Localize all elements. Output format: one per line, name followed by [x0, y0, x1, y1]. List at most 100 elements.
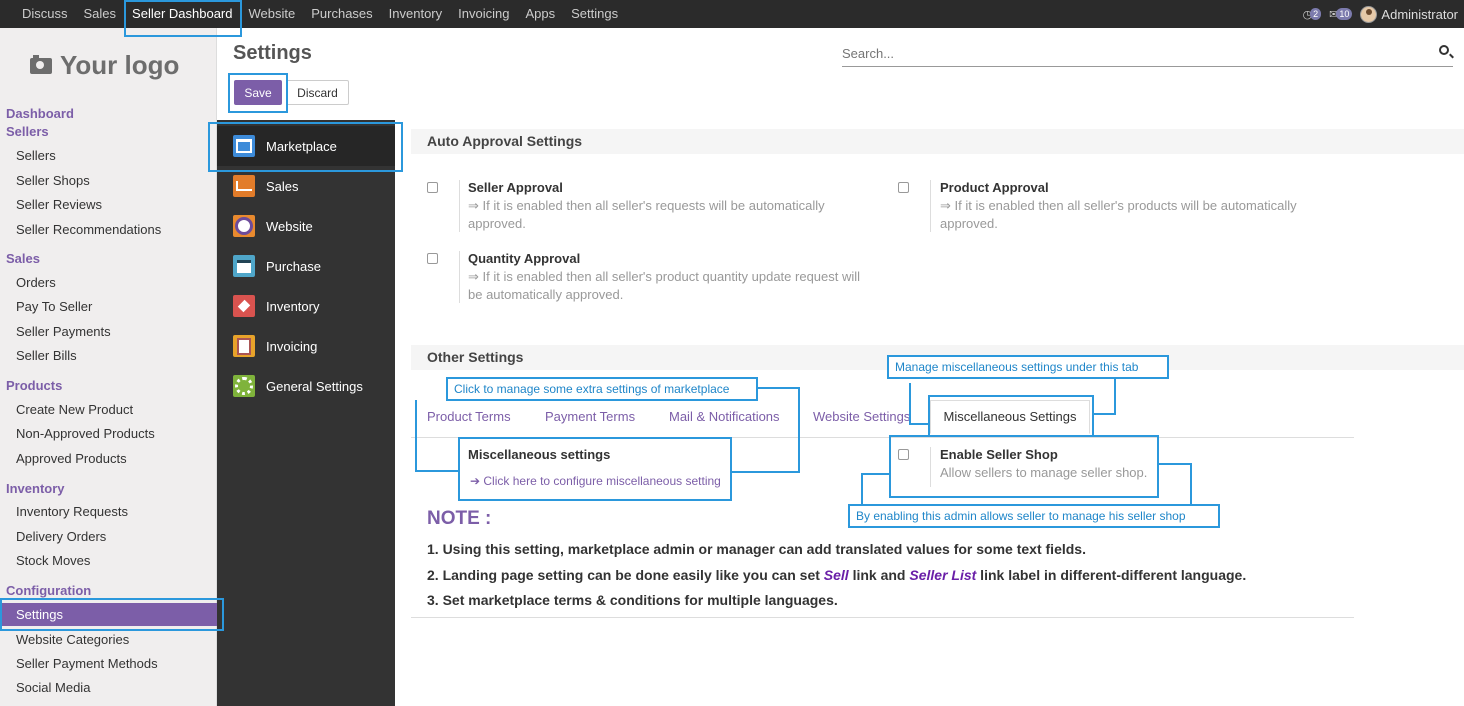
activity-button[interactable]: ◷ 2 — [1303, 8, 1322, 21]
bottom-divider — [411, 617, 1354, 618]
note-sell-term: Sell — [823, 567, 849, 583]
user-name: Administrator — [1381, 6, 1458, 22]
app-label: Inventory — [266, 298, 320, 314]
sidebar-item-seller-reviews[interactable]: Seller Reviews — [16, 197, 102, 212]
note-text: 2. Landing page setting can be done easi… — [427, 567, 824, 583]
logo-text: Your logo — [60, 50, 180, 80]
note-line-1: 1. Using this setting, marketplace admin… — [427, 541, 1086, 557]
app-general-settings[interactable]: General Settings — [217, 366, 395, 406]
callout-line — [1092, 413, 1116, 415]
tab-payment-terms[interactable]: Payment Terms — [545, 409, 635, 424]
sidebar-section-sales: Sales — [6, 251, 40, 266]
sidebar-item-seller-bills[interactable]: Seller Bills — [16, 348, 77, 363]
callout-line — [909, 423, 930, 425]
app-sales[interactable]: Sales — [217, 166, 395, 206]
quantity-approval-checkbox[interactable] — [427, 253, 438, 264]
company-logo[interactable]: Your logo — [30, 50, 179, 81]
app-label: Purchase — [266, 258, 321, 274]
menu-settings[interactable]: Settings — [563, 0, 626, 28]
sidebar-item-seller-recommendations[interactable]: Seller Recommendations — [16, 222, 161, 237]
app-invoicing[interactable]: Invoicing — [217, 326, 395, 366]
sidebar-item-non-approved-products[interactable]: Non-Approved Products — [16, 426, 155, 441]
sidebar-item-inventory-requests[interactable]: Inventory Requests — [16, 504, 128, 519]
sidebar-item-seller-payments[interactable]: Seller Payments — [16, 324, 111, 339]
callout-misc-tab: Manage miscellaneous settings under this… — [887, 355, 1169, 379]
auto-approval-header: Auto Approval Settings — [411, 129, 1464, 154]
highlight-save — [228, 73, 288, 113]
gear-icon — [233, 375, 255, 397]
seller-approval-desc: ⇒ If it is enabled then all seller's req… — [468, 198, 825, 213]
sidebar-item-seller-shops[interactable]: Seller Shops — [16, 173, 90, 188]
callout-line — [415, 470, 460, 472]
sidebar-item-delivery-orders[interactable]: Delivery Orders — [16, 529, 106, 544]
tab-product-terms[interactable]: Product Terms — [427, 409, 511, 424]
sidebar-item-website-categories[interactable]: Website Categories — [16, 632, 129, 647]
seller-approval-desc-2: approved. — [468, 216, 526, 231]
app-website[interactable]: Website — [217, 206, 395, 246]
quantity-approval-desc-2: be automatically approved. — [468, 287, 624, 302]
note-seller-list-term: Seller List — [909, 567, 977, 583]
callout-line — [1114, 377, 1116, 415]
sidebar-item-social-media[interactable]: Social Media — [16, 680, 90, 695]
divider — [930, 180, 931, 232]
sidebar-item-seller-payment-methods[interactable]: Seller Payment Methods — [16, 656, 158, 671]
menu-sales[interactable]: Sales — [76, 0, 125, 28]
menu-website[interactable]: Website — [241, 0, 304, 28]
callout-line — [861, 473, 891, 475]
search-bar — [842, 41, 1453, 67]
sidebar-item-approved-products[interactable]: Approved Products — [16, 451, 127, 466]
sidebar-section-inventory: Inventory — [6, 481, 65, 496]
callout-line — [1157, 463, 1192, 465]
invoice-icon — [233, 335, 255, 357]
sidebar-item-create-new-product[interactable]: Create New Product — [16, 402, 133, 417]
product-approval-desc-2: approved. — [940, 216, 998, 231]
messages-button[interactable]: ✉ 10 — [1329, 8, 1353, 21]
sales-chart-icon — [233, 175, 255, 197]
quantity-approval-title: Quantity Approval — [468, 251, 581, 266]
sidebar-item-stock-moves[interactable]: Stock Moves — [16, 553, 90, 568]
credit-card-icon — [233, 255, 255, 277]
activity-count: 2 — [1310, 8, 1322, 20]
note-text: link label in different-different langua… — [976, 567, 1247, 583]
callout-line — [1190, 463, 1192, 506]
camera-icon — [30, 54, 52, 74]
highlight-misc-tab — [928, 395, 1094, 437]
quantity-approval-desc: ⇒ If it is enabled then all seller's pro… — [468, 269, 861, 284]
menu-discuss[interactable]: Discuss — [0, 0, 76, 28]
page-title: Settings — [233, 42, 312, 64]
systray: ◷ 2 ✉ 10 Administrator — [1303, 0, 1458, 28]
product-approval-desc: ⇒ If it is enabled then all seller's pro… — [940, 198, 1297, 213]
message-count: 10 — [1336, 8, 1353, 20]
seller-approval-checkbox[interactable] — [427, 182, 438, 193]
app-label: Invoicing — [266, 338, 318, 354]
tab-mail-notifications[interactable]: Mail & Notifications — [669, 409, 780, 424]
avatar — [1360, 5, 1378, 23]
app-inventory[interactable]: Inventory — [217, 286, 395, 326]
sidebar-item-orders[interactable]: Orders — [16, 275, 56, 290]
product-approval-checkbox[interactable] — [898, 182, 909, 193]
divider — [459, 180, 460, 232]
menu-inventory[interactable]: Inventory — [381, 0, 450, 28]
menu-invoicing[interactable]: Invoicing — [450, 0, 517, 28]
box-icon — [233, 295, 255, 317]
menu-purchases[interactable]: Purchases — [303, 0, 380, 28]
highlight-marketplace — [208, 122, 403, 172]
discard-button[interactable]: Discard — [286, 80, 349, 105]
callout-line — [756, 387, 800, 389]
highlight-seller-dashboard — [124, 0, 242, 37]
search-input[interactable] — [842, 41, 1422, 65]
sidebar-item-pay-to-seller[interactable]: Pay To Seller — [16, 299, 92, 314]
sidebar-dashboard[interactable]: Dashboard — [6, 106, 74, 121]
highlight-seller-shop — [889, 435, 1159, 498]
app-purchase[interactable]: Purchase — [217, 246, 395, 286]
menu-apps[interactable]: Apps — [517, 0, 563, 28]
main-menu: Discuss Sales Seller Dashboard Website P… — [0, 0, 626, 28]
divider — [459, 251, 460, 303]
seller-approval-title: Seller Approval — [468, 180, 563, 195]
tab-website-settings[interactable]: Website Settings — [813, 409, 910, 424]
user-menu[interactable]: Administrator — [1360, 5, 1458, 23]
search-icon[interactable] — [1439, 45, 1449, 55]
callout-seller-shop: By enabling this admin allows seller to … — [848, 504, 1220, 528]
sidebar-item-sellers[interactable]: Sellers — [16, 148, 56, 163]
product-approval-title: Product Approval — [940, 180, 1049, 195]
